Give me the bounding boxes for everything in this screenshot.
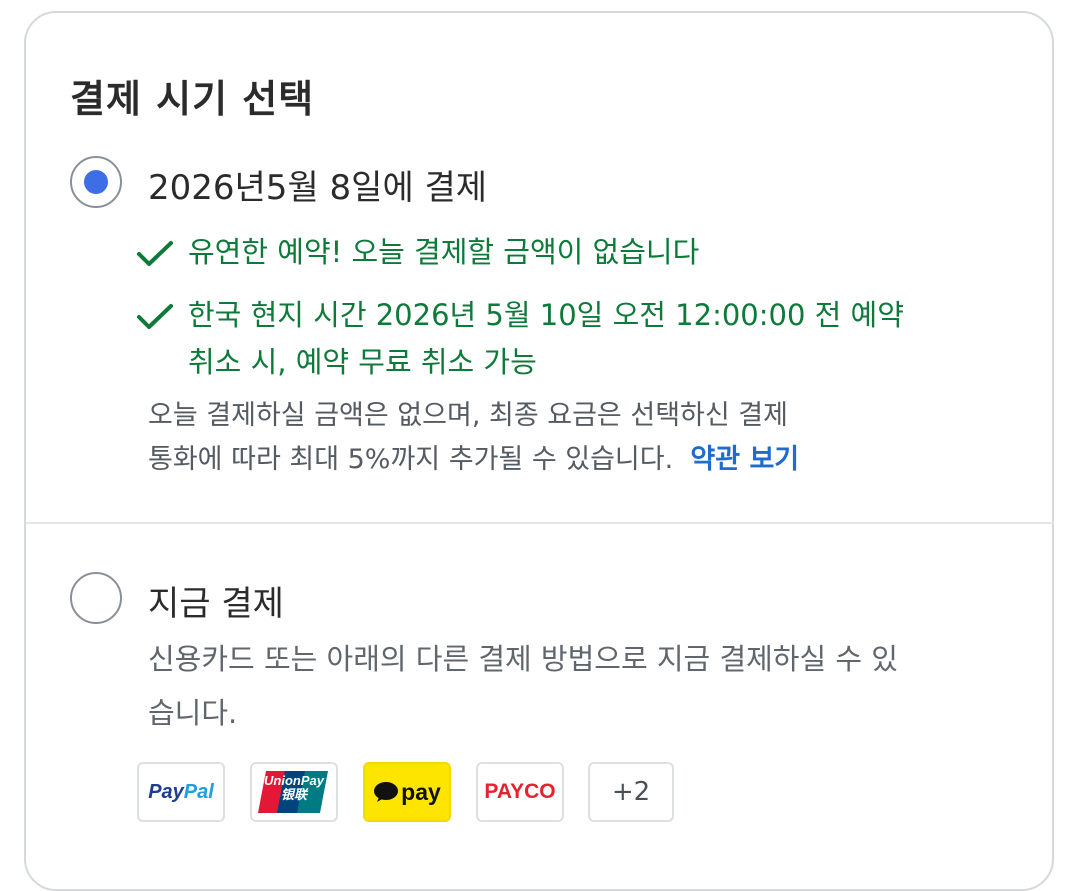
speech-bubble-icon: [374, 782, 399, 802]
unionpay-logo: UnionPay 银联: [250, 762, 338, 822]
more-payment-methods-button[interactable]: +2: [588, 762, 674, 822]
note-line1: 오늘 결제하실 금액은 없으며, 최종 요금은 선택하신 결제: [148, 400, 788, 431]
benefit-text-line1: 한국 현지 시간 2026년 5월 10일 오전 12:00:00 전 예약: [188, 298, 904, 332]
desc-line1: 신용카드 또는 아래의 다른 결제 방법으로 지금 결제하실 수 있: [148, 642, 898, 676]
pay-later-label[interactable]: 2026년5월 8일에 결제: [148, 160, 487, 209]
benefit-text: 유연한 예약! 오늘 결제할 금액이 없습니다: [188, 235, 700, 269]
note-line2-text: 통화에 따라 최대 5%까지 추가될 수 있습니다.: [148, 444, 674, 475]
payco-logo: PAYCO: [476, 762, 564, 822]
payco-text: PAYCO: [484, 780, 556, 803]
benefit-free-cancellation: 한국 현지 시간 2026년 5월 10일 오전 12:00:00 전 예약 취…: [136, 292, 904, 386]
section-title: 결제 시기 선택: [70, 77, 315, 121]
kakaopay-text: pay: [401, 778, 441, 805]
more-count: +2: [611, 777, 651, 807]
paypal-logo: Pay Pal: [137, 762, 225, 822]
pay-now-radio[interactable]: [70, 572, 122, 624]
desc-line2: 습니다.: [148, 696, 238, 730]
pay-now-label[interactable]: 지금 결제: [148, 576, 284, 625]
note-line2: 통화에 따라 최대 5%까지 추가될 수 있습니다. 약관 보기: [148, 438, 799, 482]
paypal-pay-text: Pay: [148, 780, 184, 803]
benefit-text-line2: 취소 시, 예약 무료 취소 가능: [188, 345, 537, 379]
terms-link[interactable]: 약관 보기: [690, 444, 799, 475]
unionpay-zh-text: 银联: [280, 787, 307, 802]
unionpay-en-text: UnionPay: [264, 773, 324, 788]
pay-now-description: 신용카드 또는 아래의 다른 결제 방법으로 지금 결제하실 수 있 습니다.: [148, 632, 898, 740]
benefit-no-charge-today: 유연한 예약! 오늘 결제할 금액이 없습니다: [136, 229, 699, 276]
checkmark-icon: [137, 304, 173, 329]
pay-later-note: 오늘 결제하실 금액은 없으며, 최종 요금은 선택하신 결제 통화에 따라 최…: [148, 394, 799, 482]
checkmark-icon: [137, 241, 173, 266]
paypal-pal-text: Pal: [183, 780, 214, 803]
kakaopay-logo: pay: [363, 762, 451, 822]
pay-later-radio[interactable]: [70, 156, 122, 208]
option-divider: [26, 522, 1054, 524]
